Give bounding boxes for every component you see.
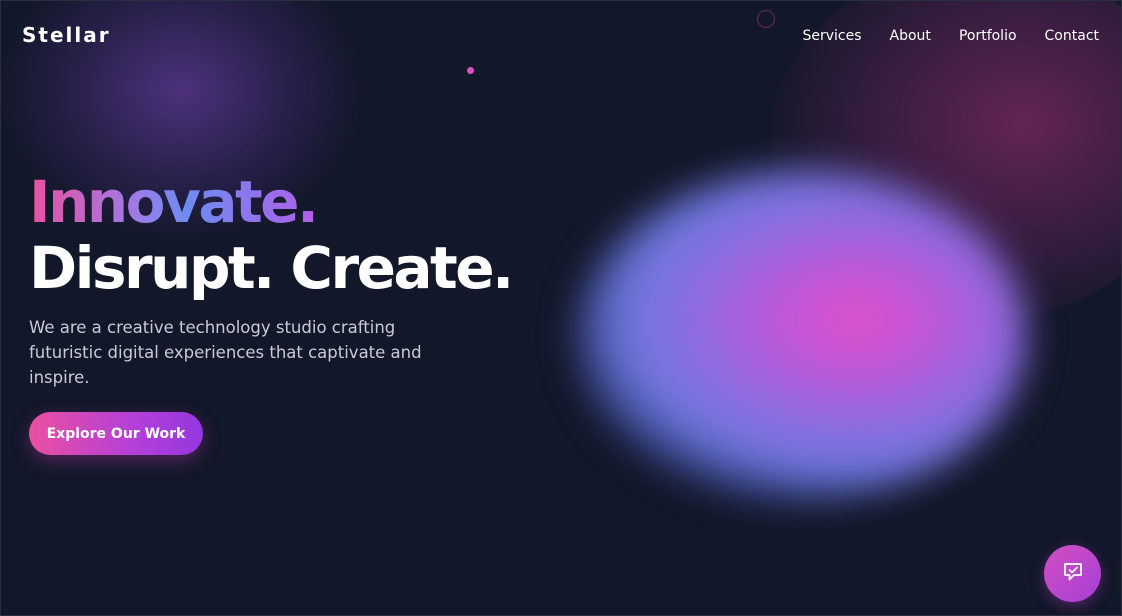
- nav-link-contact[interactable]: Contact: [1045, 28, 1099, 44]
- hero-section: Innovate. Disrupt. Create. We are a crea…: [29, 168, 514, 390]
- decorative-dot: [467, 67, 474, 74]
- gradient-orb: [576, 171, 1026, 501]
- nav-link-services[interactable]: Services: [802, 28, 861, 44]
- brand-logo[interactable]: Stellar: [22, 23, 111, 47]
- hero-subtitle: We are a creative technology studio craf…: [29, 318, 422, 387]
- decorative-ring: [757, 10, 775, 28]
- nav-link-about[interactable]: About: [890, 28, 931, 44]
- headline-line-2: Disrupt. Create.: [29, 234, 514, 302]
- landing-page: Stellar Services About Portfolio Contact…: [0, 0, 1122, 616]
- explore-work-button[interactable]: Explore Our Work: [29, 412, 203, 455]
- chat-bubble-icon: [1060, 559, 1086, 588]
- hero-headline: Innovate. Disrupt. Create.: [29, 168, 514, 302]
- headline-line-1: Innovate.: [29, 168, 319, 236]
- nav-link-portfolio[interactable]: Portfolio: [959, 28, 1017, 44]
- chat-button[interactable]: [1044, 545, 1101, 602]
- main-nav: Services About Portfolio Contact: [802, 28, 1099, 44]
